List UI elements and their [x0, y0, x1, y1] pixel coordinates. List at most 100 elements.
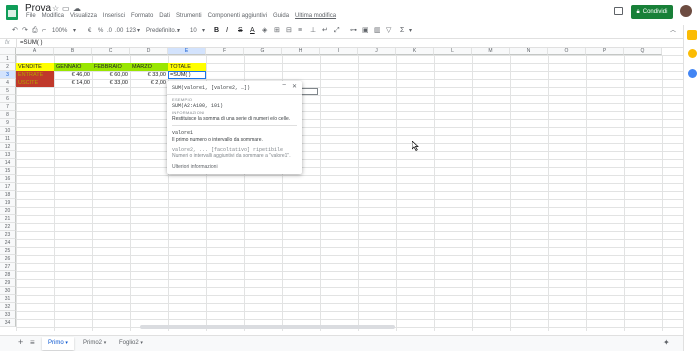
row-header-34[interactable]: 34 — [0, 319, 16, 327]
row-header-31[interactable]: 31 — [0, 295, 16, 303]
menu-formato[interactable]: Formato — [131, 13, 153, 23]
menu-visualizza[interactable]: Visualizza — [70, 13, 97, 23]
value-cell[interactable]: € 14,00 — [54, 79, 92, 87]
row-header-33[interactable]: 33 — [0, 311, 16, 319]
text-color-button[interactable]: A — [250, 27, 255, 35]
redo-icon[interactable]: ↷ — [22, 27, 28, 35]
header-cell[interactable]: VENDITE — [16, 63, 54, 71]
row-header-12[interactable]: 12 — [0, 143, 16, 151]
folder-icon[interactable]: ▭ — [62, 4, 70, 13]
value-cell[interactable]: € 60,00 — [92, 71, 130, 79]
filter-icon[interactable]: ▽ — [386, 27, 391, 35]
share-button[interactable]: 🔒︎ Condividi — [631, 5, 673, 19]
cloud-icon[interactable]: ☁ — [73, 4, 81, 13]
header-cell[interactable]: MARZO — [130, 63, 168, 71]
row-header-26[interactable]: 26 — [0, 255, 16, 263]
row-header-20[interactable]: 20 — [0, 207, 16, 215]
fill-color-icon[interactable]: ◈ — [262, 27, 267, 35]
print-icon[interactable]: ⎙ — [32, 27, 38, 35]
all-sheets-icon[interactable]: ≡ — [30, 338, 35, 347]
menu-dati[interactable]: Dati — [159, 13, 170, 23]
vertical-align-icon[interactable]: ⊥ — [310, 27, 316, 35]
header-cell[interactable]: TOTALE — [168, 63, 206, 71]
keep-icon[interactable] — [688, 49, 697, 58]
font-select[interactable]: Predefinito... — [146, 27, 180, 35]
tab-dropdown-icon[interactable]: ▾ — [104, 340, 107, 346]
column-header-b[interactable]: B — [54, 48, 92, 55]
functions-button[interactable]: Σ — [400, 27, 404, 35]
row-header-17[interactable]: 17 — [0, 183, 16, 191]
header-cell[interactable]: GENNAIO — [54, 63, 92, 71]
percent-button[interactable]: % — [98, 27, 103, 35]
sheets-logo-icon[interactable] — [6, 5, 18, 20]
zoom-select[interactable]: 100% — [52, 27, 67, 35]
font-size-dropdown-icon[interactable]: ▾ — [202, 27, 205, 35]
column-header-n[interactable]: N — [510, 48, 548, 55]
row-header-29[interactable]: 29 — [0, 279, 16, 287]
formula-input[interactable]: =SUM( ) — [20, 40, 43, 46]
row-header-30[interactable]: 30 — [0, 287, 16, 295]
row-header-13[interactable]: 13 — [0, 151, 16, 159]
row-header-1[interactable]: 1 — [0, 55, 16, 63]
row-header-32[interactable]: 32 — [0, 303, 16, 311]
collapse-icon[interactable]: − — [282, 82, 286, 89]
avatar[interactable] — [680, 5, 692, 17]
row-header-24[interactable]: 24 — [0, 239, 16, 247]
row-header-11[interactable]: 11 — [0, 135, 16, 143]
menu-strumenti[interactable]: Strumenti — [176, 13, 202, 23]
collapse-menu-icon[interactable]: ︿ — [670, 27, 676, 35]
insert-link-icon[interactable]: ⊶ — [350, 27, 357, 35]
row-header-16[interactable]: 16 — [0, 175, 16, 183]
column-header-h[interactable]: H — [282, 48, 320, 55]
row-header-9[interactable]: 9 — [0, 119, 16, 127]
column-header-a[interactable]: A — [16, 48, 54, 55]
tab-dropdown-icon[interactable]: ▾ — [140, 340, 143, 346]
insert-chart-icon[interactable]: ▥ — [374, 27, 381, 35]
column-header-k[interactable]: K — [396, 48, 434, 55]
currency-button[interactable]: € — [88, 27, 91, 35]
row-header-27[interactable]: 27 — [0, 263, 16, 271]
row-header-22[interactable]: 22 — [0, 223, 16, 231]
zoom-dropdown-icon[interactable]: ▾ — [73, 27, 76, 35]
bold-button[interactable]: B — [214, 27, 219, 35]
column-header-e[interactable]: E — [168, 48, 206, 55]
strikethrough-button[interactable]: S — [238, 27, 243, 35]
explore-icon[interactable]: ✦ — [663, 338, 670, 347]
add-sheet-button[interactable]: + — [18, 337, 23, 347]
text-wrap-icon[interactable]: ↵ — [322, 27, 328, 35]
column-header-i[interactable]: I — [320, 48, 358, 55]
menu-modifica[interactable]: Modifica — [42, 13, 64, 23]
column-header-j[interactable]: J — [358, 48, 396, 55]
value-cell[interactable]: € 46,00 — [54, 71, 92, 79]
row-header-18[interactable]: 18 — [0, 191, 16, 199]
calendar-icon[interactable] — [687, 30, 697, 40]
row-header-2[interactable]: 2 — [0, 63, 16, 71]
insert-comment-icon[interactable]: ▣ — [362, 27, 369, 35]
number-format-dropdown-icon[interactable]: ▾ — [137, 27, 140, 35]
tasks-icon[interactable] — [688, 69, 697, 78]
tab-dropdown-icon[interactable]: ▾ — [65, 340, 68, 346]
font-dropdown-icon[interactable]: ▾ — [177, 27, 180, 35]
learn-more-link[interactable]: Ulteriori informazioni — [172, 164, 218, 170]
column-header-l[interactable]: L — [434, 48, 472, 55]
row-header-10[interactable]: 10 — [0, 127, 16, 135]
row-header-19[interactable]: 19 — [0, 199, 16, 207]
number-format-button[interactable]: 123 — [126, 27, 136, 35]
horizontal-align-icon[interactable]: ≡ — [298, 27, 302, 35]
italic-button[interactable]: I — [226, 27, 228, 35]
menu-componenti[interactable]: Componenti aggiuntivi — [208, 13, 267, 23]
sheet-tab-primo[interactable]: Primo ▾ — [42, 337, 74, 350]
last-edit-link[interactable]: Ultima modifica — [295, 13, 336, 23]
select-all-corner[interactable] — [0, 48, 16, 55]
row-header-6[interactable]: 6 — [0, 95, 16, 103]
row-header-14[interactable]: 14 — [0, 159, 16, 167]
paint-format-icon[interactable]: ⌐ — [42, 27, 46, 35]
row-header-21[interactable]: 21 — [0, 215, 16, 223]
value-cell[interactable]: € 33,00 — [92, 79, 130, 87]
sheet-tab-primo2[interactable]: Primo2 ▾ — [77, 337, 112, 350]
active-formula-cell[interactable]: =SUM( ) — [168, 71, 206, 79]
star-icon[interactable]: ☆ — [52, 4, 59, 13]
undo-icon[interactable]: ↶ — [12, 27, 18, 35]
value-cell[interactable]: € 33,00 — [130, 71, 168, 79]
column-header-q[interactable]: Q — [624, 48, 662, 55]
